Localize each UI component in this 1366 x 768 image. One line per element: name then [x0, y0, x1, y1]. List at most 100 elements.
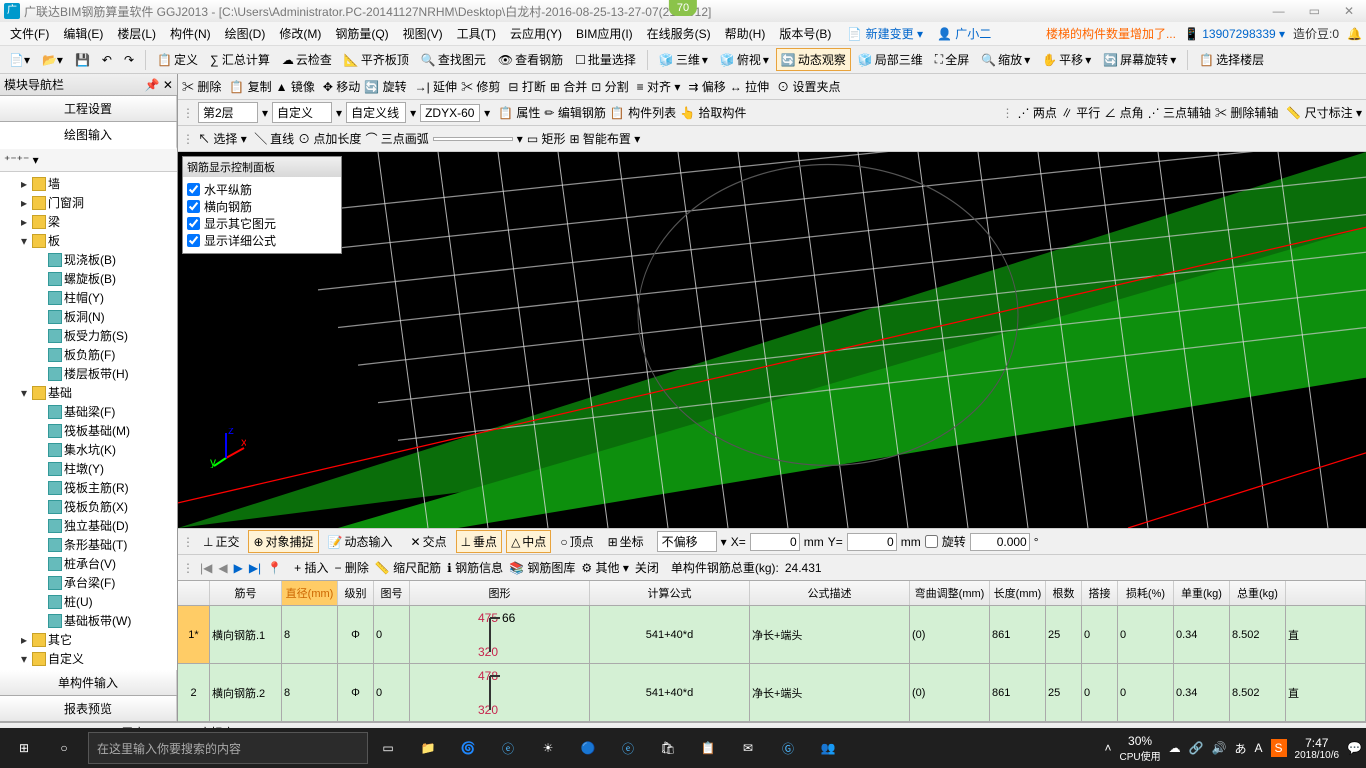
- tree-node[interactable]: 板受力筋(S): [2, 326, 175, 345]
- ime-icon[interactable]: あ: [1235, 740, 1247, 757]
- tree-node[interactable]: 筏板基础(M): [2, 421, 175, 440]
- menu-edit[interactable]: 编辑(E): [57, 23, 109, 44]
- opt-transverse[interactable]: 横向钢筋: [187, 198, 337, 215]
- line-dropdown[interactable]: 自定义线: [346, 102, 406, 123]
- delete-button[interactable]: ✂ 删除: [182, 78, 221, 95]
- last-icon[interactable]: ▶|: [249, 561, 261, 575]
- app-icon-3[interactable]: ☀: [528, 728, 568, 768]
- tree-node[interactable]: 桩(U): [2, 592, 175, 611]
- maximize-button[interactable]: ▭: [1301, 4, 1328, 18]
- bell-icon[interactable]: 🔔: [1347, 27, 1362, 41]
- rebar-grid[interactable]: 筋号 直径(mm) 级别 图号 图形 计算公式 公式描述 弯曲调整(mm) 长度…: [178, 580, 1366, 722]
- del-aux-button[interactable]: ✂ 删除辅轴: [1215, 104, 1278, 121]
- arc-dropdown[interactable]: [433, 137, 513, 141]
- table-row[interactable]: 2横向钢筋.28Φ0478320541+40*d净长+端头(0)86125000…: [178, 664, 1366, 722]
- opt-detail[interactable]: 显示详细公式: [187, 232, 337, 249]
- tree-expand-icon[interactable]: ⁺⁻⁺⁻ ▾: [4, 153, 39, 167]
- ime2-icon[interactable]: S: [1271, 739, 1287, 757]
- redo-icon[interactable]: ↷: [119, 50, 139, 70]
- list-button[interactable]: 📋 构件列表: [610, 104, 676, 121]
- app-icon-5[interactable]: 📋: [688, 728, 728, 768]
- custom-dropdown[interactable]: 自定义: [272, 102, 332, 123]
- angle-button[interactable]: ∠ 点角: [1104, 104, 1143, 121]
- tab-draw-input[interactable]: 绘图输入: [0, 122, 177, 149]
- notice-link[interactable]: 楼梯的构件数量增加了...: [1046, 25, 1176, 42]
- insert-button[interactable]: + 插入: [294, 559, 328, 576]
- scale-button[interactable]: 📏 缩尺配筋: [375, 559, 441, 576]
- type-dropdown[interactable]: ZDYX-60: [420, 104, 480, 122]
- tree-node[interactable]: 板洞(N): [2, 307, 175, 326]
- menu-floor[interactable]: 楼层(L): [111, 23, 162, 44]
- edge-icon[interactable]: ⓔ: [488, 728, 528, 768]
- attr-button[interactable]: 📋 属性: [498, 104, 540, 121]
- menu-file[interactable]: 文件(F): [4, 23, 55, 44]
- copy-button[interactable]: 📋 复制: [229, 78, 271, 95]
- menu-version[interactable]: 版本号(B): [773, 23, 837, 44]
- screen-rotate-button[interactable]: 🔄 屏幕旋转 ▾: [1098, 48, 1181, 71]
- goto-icon[interactable]: 📍: [267, 561, 282, 575]
- select-button[interactable]: ↖ 选择 ▾: [198, 130, 247, 147]
- tree-node[interactable]: 柱帽(Y): [2, 288, 175, 307]
- people-icon[interactable]: 👥: [808, 728, 848, 768]
- menu-tools[interactable]: 工具(T): [451, 23, 502, 44]
- menu-help[interactable]: 帮助(H): [719, 23, 772, 44]
- ie-icon[interactable]: ⓔ: [608, 728, 648, 768]
- fullscreen-button[interactable]: ⛶ 全屏: [930, 48, 974, 71]
- trim-button[interactable]: ✂ 修剪: [461, 78, 500, 95]
- tree-node[interactable]: 集水坑(K): [2, 440, 175, 459]
- view-rebar-button[interactable]: 👁 查看钢筋: [493, 48, 568, 71]
- delete-row-button[interactable]: − 删除: [335, 559, 369, 576]
- tree-node[interactable]: 条形基础(T): [2, 535, 175, 554]
- tab-project-settings[interactable]: 工程设置: [0, 96, 177, 121]
- split-button[interactable]: ⊡ 分割: [591, 78, 628, 95]
- rect-button[interactable]: ▭ 矩形: [527, 130, 566, 147]
- menu-draw[interactable]: 绘图(D): [219, 23, 272, 44]
- pan-button[interactable]: ✋ 平移 ▾: [1037, 48, 1096, 71]
- tree-node[interactable]: 筏板主筋(R): [2, 478, 175, 497]
- taskbar-search[interactable]: 在这里输入你要搜索的内容: [88, 732, 368, 764]
- two-point-button[interactable]: ⋰ 两点: [1018, 104, 1057, 121]
- volume-icon[interactable]: 🔊: [1212, 741, 1227, 755]
- move-button[interactable]: ✥ 移动: [323, 78, 360, 95]
- stretch-button[interactable]: ↔ 拉伸: [730, 78, 769, 95]
- app-icon-2[interactable]: 🌀: [448, 728, 488, 768]
- extend-button[interactable]: →| 延伸: [415, 78, 457, 95]
- menu-cloud[interactable]: 云应用(Y): [504, 23, 568, 44]
- tree-node[interactable]: 桩承台(V): [2, 554, 175, 573]
- opt-other[interactable]: 显示其它图元: [187, 215, 337, 232]
- dynamic-view-button[interactable]: 🔄 动态观察: [776, 48, 851, 71]
- tree-node[interactable]: 柱墩(Y): [2, 459, 175, 478]
- select-floor-button[interactable]: 📋 选择楼层: [1194, 48, 1269, 71]
- next-icon[interactable]: ▶: [234, 561, 243, 575]
- first-icon[interactable]: |◀: [200, 561, 212, 575]
- undo-icon[interactable]: ↶: [97, 50, 117, 70]
- dyn-input-button[interactable]: 📝 动态输入: [323, 530, 398, 553]
- tree-node[interactable]: 螺旋板(B): [2, 269, 175, 288]
- notification-icon[interactable]: 💬: [1347, 741, 1362, 755]
- tree-node[interactable]: 筏板负筋(X): [2, 497, 175, 516]
- tree-node[interactable]: ▸门窗洞: [2, 193, 175, 212]
- perp-button[interactable]: ⊥ 垂点: [456, 530, 502, 553]
- pick-button[interactable]: 👆 拾取构件: [680, 104, 746, 121]
- task-view-icon[interactable]: ▭: [368, 728, 408, 768]
- menu-rebar[interactable]: 钢筋量(Q): [329, 23, 394, 44]
- menu-online[interactable]: 在线服务(S): [641, 23, 717, 44]
- windows-taskbar[interactable]: ⊞ ○ 在这里输入你要搜索的内容 ▭ 📁 🌀 ⓔ ☀ 🔵 ⓔ 🛍 📋 ✉ Ⓖ 👥…: [0, 728, 1366, 768]
- end-button[interactable]: ○ 顶点: [555, 530, 598, 553]
- close-button[interactable]: ✕: [1336, 4, 1362, 18]
- menu-modify[interactable]: 修改(M): [273, 23, 327, 44]
- component-tree[interactable]: ▸墙▸门窗洞▸梁▾板现浇板(B)螺旋板(B)柱帽(Y)板洞(N)板受力筋(S)板…: [0, 172, 177, 670]
- point-len-button[interactable]: ⊙ 点加长度: [298, 130, 361, 147]
- tree-node[interactable]: ▾自定义: [2, 649, 175, 668]
- prev-icon[interactable]: ◀: [218, 561, 227, 575]
- coord-button[interactable]: ⊞ 坐标: [603, 530, 649, 553]
- local-3d-button[interactable]: 🧊 局部三维: [853, 48, 928, 71]
- parallel-button[interactable]: ∥ 平行: [1061, 104, 1100, 121]
- offset-button[interactable]: ⇉ 偏移: [688, 78, 725, 95]
- edit-rebar-button[interactable]: ✏ 编辑钢筋: [544, 104, 605, 121]
- menu-view[interactable]: 视图(V): [397, 23, 449, 44]
- tree-node[interactable]: 基础板带(W): [2, 611, 175, 630]
- mirror-button[interactable]: ▲ 镜像: [276, 78, 315, 95]
- app-icon-1[interactable]: 📁: [408, 728, 448, 768]
- network-icon[interactable]: 🔗: [1189, 741, 1204, 755]
